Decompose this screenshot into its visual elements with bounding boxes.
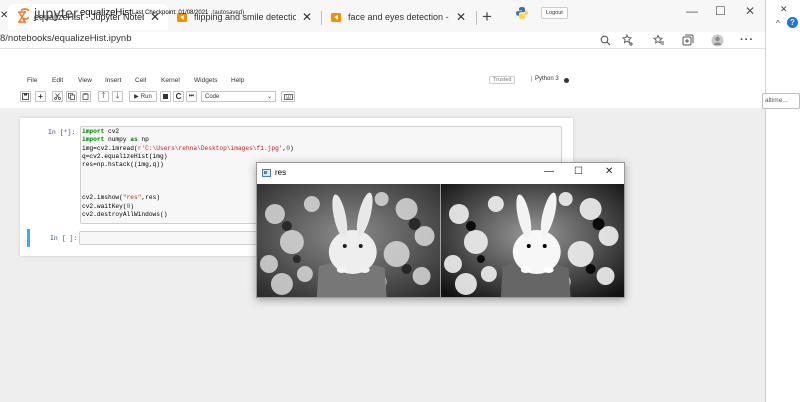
jupyter-logo-text[interactable]: jupyter [34, 5, 78, 21]
code-token: img=cv2.imread( [82, 144, 138, 152]
code-token: numpy [104, 136, 131, 144]
code-token: import [82, 136, 105, 144]
code-token: ,res) [141, 194, 161, 202]
tab-flipping[interactable]: flipping and smile detection - Ju ✕ [168, 4, 320, 30]
code-line: import cv2 [82, 128, 294, 136]
cell-type-select[interactable]: Code ⌄ [201, 91, 276, 102]
bunny-image-equalized [440, 184, 624, 297]
hstack-image [257, 184, 624, 297]
collections-icon[interactable] [681, 33, 695, 47]
move-up-button[interactable]: 🡑 [98, 91, 109, 102]
new-tab-button[interactable]: + [482, 7, 492, 27]
code-token: cv2.imshow( [82, 194, 123, 202]
scissors-icon [54, 93, 61, 100]
menu-insert[interactable]: Insert [105, 77, 121, 84]
tab-title: face and eyes detection - Jupyte [348, 12, 450, 22]
menu-file[interactable]: File [27, 77, 37, 84]
menu-kernel[interactable]: Kernel [161, 77, 180, 84]
profile-icon[interactable] [710, 33, 724, 47]
zoom-icon[interactable] [598, 33, 612, 47]
menu-view[interactable]: View [78, 77, 92, 84]
interrupt-button[interactable] [160, 91, 171, 102]
side-panel-field[interactable]: altime... [762, 93, 800, 109]
window-app-icon [262, 169, 271, 177]
opencv-close-button[interactable]: ✕ [605, 166, 613, 177]
jupyter-logo-icon [20, 8, 30, 20]
move-down-button[interactable]: 🡓 [112, 91, 123, 102]
window-minimize-button[interactable]: — [686, 4, 698, 18]
save-button[interactable] [20, 91, 31, 102]
command-palette-button[interactable] [281, 91, 295, 102]
tab-face-eyes[interactable]: face and eyes detection - Jupyte ✕ [322, 4, 474, 30]
notebook-favicon-icon [331, 13, 341, 22]
python-logo-icon [516, 7, 528, 19]
keyboard-icon [283, 93, 293, 100]
kernel-name[interactable]: Python 3 [531, 76, 559, 82]
menu-widgets[interactable]: Widgets [194, 77, 217, 84]
menu-help[interactable]: Help [231, 77, 244, 84]
checkpoint-status: Last Checkpoint: 01/08/2021 (autosaved) [132, 10, 244, 16]
favorites-icon[interactable] [652, 33, 666, 47]
cut-button[interactable] [52, 91, 63, 102]
paste-button[interactable] [80, 91, 91, 102]
checkpoint-text: Last Checkpoint: 01/08/2021 [132, 10, 209, 16]
tab-close-icon[interactable]: ✕ [456, 10, 466, 24]
code-token: res=np.hstack((img,q)) [82, 161, 164, 169]
restart-run-all-button[interactable]: ⏭ [186, 91, 197, 102]
help-icon[interactable]: ? [787, 17, 798, 28]
run-button[interactable]: ▶ Run [129, 91, 157, 102]
side-panel-close-icon[interactable]: ✕ [780, 4, 788, 15]
play-icon: ▶ [134, 94, 139, 100]
code-token: ) [289, 144, 294, 152]
paste-icon [82, 93, 89, 100]
copy-icon [68, 93, 75, 100]
opencv-maximize-button[interactable]: ☐ [574, 166, 583, 177]
cell-prompt: In [ ]: [50, 235, 78, 242]
code-token: cv2.destroyAllWindows() [82, 210, 168, 218]
code-line: img=cv2.imread(r'C:\Users\rehna\Desktop\… [82, 145, 294, 153]
menu-edit[interactable]: Edit [52, 77, 63, 84]
window-close-button[interactable]: ✕ [745, 4, 755, 18]
bunny-image-original [257, 184, 441, 297]
favorite-add-icon[interactable] [621, 33, 635, 47]
window-maximize-button[interactable]: ☐ [715, 4, 726, 18]
tab-close-icon[interactable]: ✕ [302, 10, 312, 24]
kernel-busy-indicator [564, 78, 569, 83]
insert-cell-button[interactable]: + [35, 91, 46, 102]
copy-button[interactable] [66, 91, 77, 102]
chevron-up-icon[interactable]: ^ [776, 19, 780, 28]
code-token: np [137, 136, 149, 144]
tab-divider [476, 11, 477, 25]
trusted-badge[interactable]: Trusted [489, 76, 516, 84]
cell-prompt: In [*]: [48, 129, 76, 136]
opencv-window-title: res [275, 168, 287, 177]
menu-cell[interactable]: Cell [135, 77, 146, 84]
opencv-window[interactable]: res — ☐ ✕ [256, 162, 625, 298]
logout-button[interactable]: Logout [541, 7, 568, 19]
more-icon[interactable]: ··· [740, 33, 754, 47]
stop-icon [163, 94, 168, 99]
code-token: "res" [122, 194, 142, 202]
code-token: r'C:\Users\rehna\Desktop\images\f1.jpg' [137, 144, 283, 152]
chevron-down-icon: ⌄ [266, 94, 272, 100]
restart-button[interactable]: C [173, 91, 184, 102]
code-token: import [82, 128, 105, 135]
notebook-name[interactable]: equalizeHist [80, 7, 132, 18]
url-field[interactable]: 8/notebooks/equalizeHist.ipynb [0, 33, 132, 44]
save-icon [22, 93, 29, 100]
cell-type-value: Code [205, 93, 220, 100]
code-token: cv2 [104, 128, 120, 135]
code-line: import numpy as np [82, 136, 294, 144]
code-line: q=cv2.equalizeHist(img) [82, 153, 294, 161]
code-token: as [130, 136, 138, 144]
code-token: q=cv2.equalizeHist(img) [82, 152, 168, 160]
run-label: Run [140, 93, 152, 100]
autosaved-text: (autosaved) [212, 10, 245, 16]
side-panel [765, 0, 800, 402]
code-token: ) [130, 202, 134, 210]
opencv-minimize-button[interactable]: — [544, 166, 554, 177]
code-token: cv2.waitKey( [82, 202, 127, 210]
opencv-title-bar[interactable]: res — ☐ ✕ [257, 163, 624, 184]
